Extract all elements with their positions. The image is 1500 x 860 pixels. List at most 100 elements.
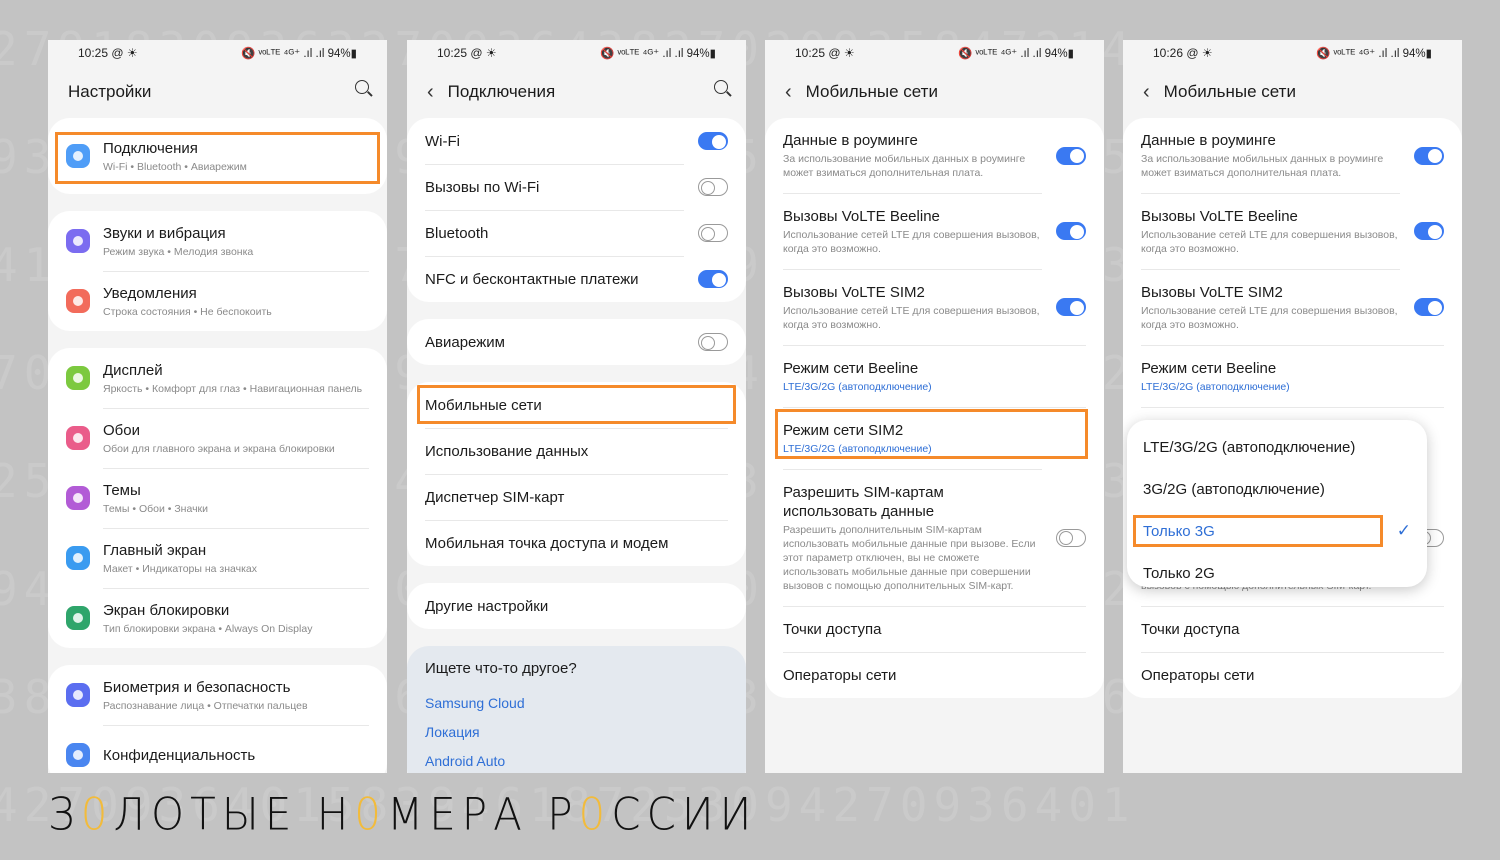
settings-item[interactable]: Конфиденциальность: [48, 725, 387, 773]
phone-screen-3: 10:25 @ ☀ 🔇 ᵛᵒᴸᵀᴱ ⁴ᴳ⁺ .ıl .ıl 94%▮ ‹ Мобиль…: [765, 40, 1104, 773]
settings-item[interactable]: Режим сети Beeline LTE/3G/2G (автоподключ…: [1123, 345, 1462, 407]
item-text: Режим сети Beeline LTE/3G/2G (автоподключ…: [1141, 345, 1444, 407]
suggestion-link[interactable]: Android Auto: [407, 747, 746, 773]
item-text: Операторы сети: [1141, 652, 1444, 698]
settings-item[interactable]: Точки доступа: [1123, 606, 1462, 652]
shield-icon: [66, 683, 90, 707]
settings-item[interactable]: Главный экран Макет • Индикаторы на значк…: [48, 528, 387, 588]
status-bar: 10:26 @ ☀ 🔇 ᵛᵒᴸᵀᴱ ⁴ᴳ⁺ .ıl .ıl 94%▮: [1123, 40, 1462, 66]
settings-item[interactable]: Данные в роуминге За использование мобиль…: [1123, 118, 1462, 193]
toggle-switch[interactable]: [1056, 146, 1086, 165]
settings-item[interactable]: Мобильные сети: [407, 382, 746, 428]
settings-item[interactable]: Режим сети SIM2 LTE/3G/2G (автоподключени…: [765, 407, 1104, 469]
settings-item[interactable]: Обои Обои для главного экрана и экрана бл…: [48, 408, 387, 468]
settings-item[interactable]: Wi-Fi: [407, 118, 746, 164]
back-button[interactable]: ‹: [785, 81, 792, 104]
item-title: Точки доступа: [1141, 621, 1240, 638]
settings-item[interactable]: NFC и бесконтактные платежи: [407, 256, 746, 302]
toggle-switch[interactable]: [1414, 146, 1444, 165]
settings-item[interactable]: Использование данных: [407, 428, 746, 474]
settings-item[interactable]: Диспетчер SIM-карт: [407, 474, 746, 520]
item-title: Точки доступа: [783, 621, 882, 638]
suggestion-link[interactable]: Samsung Cloud: [407, 689, 746, 718]
settings-card: Авиарежим: [407, 319, 746, 365]
display-icon: [66, 366, 90, 390]
settings-item[interactable]: Мобильная точка доступа и модем: [407, 520, 746, 566]
settings-item[interactable]: Вызовы VoLTE Beeline Использование сетей …: [1123, 193, 1462, 269]
settings-card: Звуки и вибрация Режим звука • Мелодия зв…: [48, 211, 387, 331]
settings-item[interactable]: Подключения Wi-Fi • Bluetooth • Авиарежим: [48, 126, 387, 186]
settings-item[interactable]: Вызовы по Wi-Fi: [407, 164, 746, 210]
settings-item[interactable]: Режим сети Beeline LTE/3G/2G (автоподключ…: [765, 345, 1104, 407]
settings-item[interactable]: Операторы сети: [1123, 652, 1462, 698]
item-text: Вызовы VoLTE SIM2 Использование сетей LTE…: [1141, 269, 1400, 345]
toggle-switch[interactable]: [698, 132, 728, 150]
item-title: Bluetooth: [425, 225, 489, 242]
item-title: Данные в роуминге: [783, 132, 918, 149]
settings-card: Данные в роуминге За использование мобиль…: [765, 118, 1104, 698]
item-title: Обои: [103, 422, 140, 439]
item-text: Wi-Fi: [425, 118, 684, 164]
toggle-switch[interactable]: [698, 333, 728, 351]
item-text: Bluetooth: [425, 210, 684, 256]
item-text: Дисплей Яркость • Комфорт для глаз • Нави…: [103, 348, 369, 408]
toggle-switch[interactable]: [1414, 298, 1444, 316]
item-text: Использование данных: [425, 428, 728, 474]
item-title: Главный экран: [103, 542, 207, 559]
option-label: Только 2G: [1143, 564, 1215, 582]
item-text: Главный экран Макет • Индикаторы на значк…: [103, 528, 369, 588]
settings-item[interactable]: Bluetooth: [407, 210, 746, 256]
logo-text: З: [48, 788, 81, 841]
option-label: LTE/3G/2G (автоподключение): [1143, 438, 1356, 456]
item-title: Дисплей: [103, 361, 163, 379]
settings-item[interactable]: Темы Темы • Обои • Значки: [48, 468, 387, 528]
toggle-switch[interactable]: [698, 224, 728, 242]
toggle-switch[interactable]: [1414, 222, 1444, 240]
toggle-switch[interactable]: [698, 178, 728, 196]
network-mode-option[interactable]: Только 3G ✓: [1127, 510, 1427, 552]
item-title: Режим сети Beeline: [1141, 360, 1277, 377]
item-subtitle: Макет • Индикаторы на значках: [103, 563, 257, 575]
back-button[interactable]: ‹: [427, 81, 434, 104]
search-icon[interactable]: [355, 80, 369, 94]
settings-item[interactable]: Другие настройки: [407, 583, 746, 629]
item-subtitle: Использование сетей LTE для совершения в…: [783, 305, 1040, 331]
item-title: Звуки и вибрация: [103, 224, 226, 242]
toggle-switch[interactable]: [1056, 222, 1086, 240]
item-title: Вызовы VoLTE SIM2: [783, 284, 925, 301]
network-mode-option[interactable]: LTE/3G/2G (автоподключение): [1127, 426, 1427, 468]
network-mode-option[interactable]: Только 2G: [1127, 552, 1427, 594]
item-title: Операторы сети: [783, 667, 897, 684]
settings-item[interactable]: Операторы сети: [765, 652, 1104, 698]
item-subtitle: Режим звука • Мелодия звонка: [103, 245, 254, 258]
suggestion-link[interactable]: Локация: [407, 718, 746, 747]
settings-card: Дисплей Яркость • Комфорт для глаз • Нави…: [48, 348, 387, 648]
toggle-switch[interactable]: [1056, 298, 1086, 316]
phone-screen-4: 10:26 @ ☀ 🔇 ᵛᵒᴸᵀᴱ ⁴ᴳ⁺ .ıl .ıl 94%▮ ‹ Мобиль…: [1123, 40, 1462, 773]
settings-item[interactable]: Звуки и вибрация Режим звука • Мелодия зв…: [48, 211, 387, 271]
search-icon[interactable]: [714, 80, 728, 94]
settings-item[interactable]: Авиарежим: [407, 319, 746, 365]
item-title: Режим сети Beeline: [783, 360, 919, 377]
item-subtitle: LTE/3G/2G (автоподключение): [1141, 381, 1290, 393]
settings-item[interactable]: Дисплей Яркость • Комфорт для глаз • Нави…: [48, 348, 387, 408]
settings-item[interactable]: Экран блокировки Тип блокировки экрана • …: [48, 588, 387, 648]
settings-item[interactable]: Уведомления Строка состояния • Не беспоко…: [48, 271, 387, 331]
toggle-switch[interactable]: [698, 270, 728, 288]
item-title: Экран блокировки: [103, 602, 230, 619]
item-subtitle: Разрешить дополнительным SIM-картам испо…: [783, 524, 1036, 592]
settings-item[interactable]: Вызовы VoLTE Beeline Использование сетей …: [765, 193, 1104, 269]
status-icons: 🔇 ᵛᵒᴸᵀᴱ ⁴ᴳ⁺ .ıl .ıl 94%▮: [599, 48, 716, 60]
toggle-switch[interactable]: [1056, 528, 1086, 547]
settings-item[interactable]: Биометрия и безопасность Распознавание ли…: [48, 665, 387, 725]
item-subtitle: Темы • Обои • Значки: [103, 503, 209, 515]
settings-item[interactable]: Вызовы VoLTE SIM2 Использование сетей LTE…: [765, 269, 1104, 345]
settings-item[interactable]: Вызовы VoLTE SIM2 Использование сетей LTE…: [1123, 269, 1462, 345]
network-mode-option[interactable]: 3G/2G (автоподключение): [1127, 468, 1427, 510]
back-button[interactable]: ‹: [1143, 81, 1150, 104]
settings-item[interactable]: Данные в роуминге За использование мобиль…: [765, 118, 1104, 193]
settings-item[interactable]: Точки доступа: [765, 606, 1104, 652]
item-subtitle: Использование сетей LTE для совершения в…: [1141, 229, 1398, 255]
settings-item[interactable]: Разрешить SIM-картам использовать данные…: [765, 469, 1104, 606]
page-title: Мобильные сети: [1163, 82, 1296, 101]
